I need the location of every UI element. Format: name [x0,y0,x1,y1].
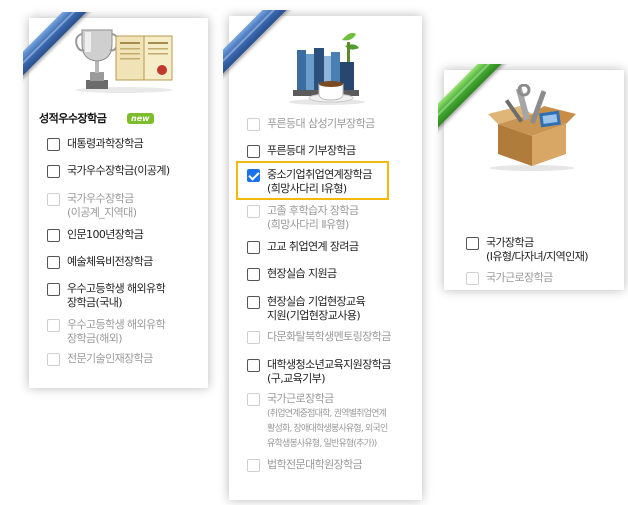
new-badge: new [127,113,154,124]
checkbox-label: 대통령과학장학금 [67,137,144,150]
checkbox-label: 푸른등대 기부장학금 [267,144,356,157]
checkbox-label-line: 우수고등학생 해외유학 [67,318,166,331]
checkbox-label-line: (이공계_지역대) [67,206,137,219]
checkbox-label-line: 대학생청소년교육지원장학금 [267,358,391,371]
checkbox [247,459,260,472]
checkbox-item: 국가근로장학금 (취업연계중점대학, 권역별취업연계 활성화, 장애대학생봉사유… [247,392,388,451]
checkbox-label-line: (구,교육기부) [267,372,325,385]
checkbox[interactable] [247,296,260,309]
checkbox-label: 현장실습 지원금 [267,267,337,280]
checkbox[interactable] [247,359,260,372]
checkbox-label: 푸른등대 삼성기부장학금 [267,117,375,130]
checkbox-label-line: (취업연계중점대학, 권역별취업연계 [267,409,387,419]
checkbox-label-line: 유학생봉사유형, 일반유형(추가)) [267,439,377,449]
checkbox-item[interactable]: 푸른등대 기부장학금 [247,144,356,158]
checkbox-item[interactable]: 대학생청소년교육지원장학금 (구,교육기부) [247,358,391,386]
checkbox-item[interactable]: 대통령과학장학금 [47,137,144,151]
checkbox-label: 고졸 후학습자 장학금 (희망사다리 Ⅱ유형) [267,204,359,232]
checkbox [247,118,260,131]
checkbox [47,193,60,206]
checkbox-item[interactable]: 국가우수장학금(이공계) [47,164,170,178]
checkbox-label-line: (희망사다리 Ⅱ유형) [267,218,349,231]
checkbox-label: 우수고등학생 해외유학 장학금(해외) [67,318,166,346]
checkbox-label-line: 현장실습 기업현장교육 [267,295,366,308]
checkbox-label: 국가근로장학금 (취업연계중점대학, 권역별취업연계 활성화, 장애대학생봉사유… [267,392,388,451]
checkbox-item[interactable]: 고교 취업연계 장려금 [247,240,359,254]
checkbox[interactable] [247,268,260,281]
checkbox-label-line: 국가장학금 [486,236,534,249]
checkbox-item[interactable]: 국가장학금 (Ⅰ유형/다자녀/지역인재) [466,236,589,264]
checkbox [247,331,260,344]
checkbox[interactable] [247,145,260,158]
checkbox-label: 현장실습 기업현장교육 지원(기업현장교사용) [267,295,366,323]
checkbox[interactable] [47,256,60,269]
checkbox [47,319,60,332]
checkbox-label: 국가우수장학금(이공계) [67,164,170,177]
checkbox-label: 고교 취업연계 장려금 [267,240,359,253]
checkbox-item[interactable]: 현장실습 기업현장교육 지원(기업현장교사용) [247,295,366,323]
checkbox-label: 법학전문대학원장학금 [267,458,363,471]
checkbox[interactable] [247,241,260,254]
checkbox-item: 다문화탈북학생멘토링장학금 [247,330,391,344]
checkbox-label-line: 고졸 후학습자 장학금 [267,204,359,217]
checkbox-label: 인문100년장학금 [67,228,144,241]
checkbox[interactable] [47,165,60,178]
checkbox-item: 고졸 후학습자 장학금 (희망사다리 Ⅱ유형) [247,204,359,232]
checkbox-label-line: 장학금(해외) [67,332,123,345]
trophy-and-certificate-icon [75,29,173,93]
scholarship-panel-merit: 성적우수장학금 new 대통령과학장학금 국가우수장학금(이공계) 국가우수장학… [23,12,208,388]
checkbox[interactable] [466,237,479,250]
checkbox-label-line: 국가근로장학금 [267,392,334,405]
checkbox [247,393,260,406]
checkbox-item[interactable]: 예술체육비전장학금 [47,255,153,269]
checkbox-label-line: 국가우수장학금 [67,192,134,205]
checkbox-item: 우수고등학생 해외유학 장학금(해외) [47,318,166,346]
checkbox-item: 법학전문대학원장학금 [247,458,363,472]
checkbox-item: 국가근로장학금 [466,271,553,285]
checkbox[interactable] [47,229,60,242]
checkbox[interactable] [47,138,60,151]
checkbox [247,205,260,218]
toolbox-icon [488,84,576,171]
checkbox-label: 국가우수장학금 (이공계_지역대) [67,192,137,220]
checkbox-item[interactable]: 인문100년장학금 [47,228,144,242]
checkbox-item[interactable]: 현장실습 지원금 [247,267,337,281]
checkbox[interactable] [47,283,60,296]
selection-highlight [236,161,389,200]
books-and-coffee-icon [289,32,365,105]
checkbox-label-line: 지원(기업현장교사용) [267,309,361,322]
scholarship-panel-national: 국가장학금 (Ⅰ유형/다자녀/지역인재) 국가근로장학금 [438,64,624,290]
checkbox-label: 전문기술인재장학금 [67,352,153,365]
checkbox-label: 예술체육비전장학금 [67,255,153,268]
checkbox-label-line: 장학금(국내) [67,296,123,309]
checkbox-label-line: (Ⅰ유형/다자녀/지역인재) [486,250,589,263]
scholarship-panel-donation: 푸른등대 삼성기부장학금 푸른등대 기부장학금 중소기업취업연계장학금 (희망사… [223,10,422,500]
panel-title: 성적우수장학금 [39,112,107,125]
checkbox-label: 국가장학금 (Ⅰ유형/다자녀/지역인재) [486,236,589,264]
checkbox-item[interactable]: 우수고등학생 해외유학 장학금(국내) [47,282,166,310]
checkbox [466,272,479,285]
checkbox-label: 대학생청소년교육지원장학금 (구,교육기부) [267,358,391,386]
checkbox-label-line: 활성화, 장애대학생봉사유형, 외국인 [267,424,388,434]
checkbox-label-line: 우수고등학생 해외유학 [67,282,166,295]
corner-ribbon-blue [223,10,293,80]
checkbox-item: 푸른등대 삼성기부장학금 [247,117,375,131]
checkbox [47,353,60,366]
checkbox-item: 전문기술인재장학금 [47,352,153,366]
checkbox-label: 국가근로장학금 [486,271,553,284]
checkbox-label: 다문화탈북학생멘토링장학금 [267,330,391,343]
checkbox-label: 우수고등학생 해외유학 장학금(국내) [67,282,166,310]
checkbox-item: 국가우수장학금 (이공계_지역대) [47,192,137,220]
